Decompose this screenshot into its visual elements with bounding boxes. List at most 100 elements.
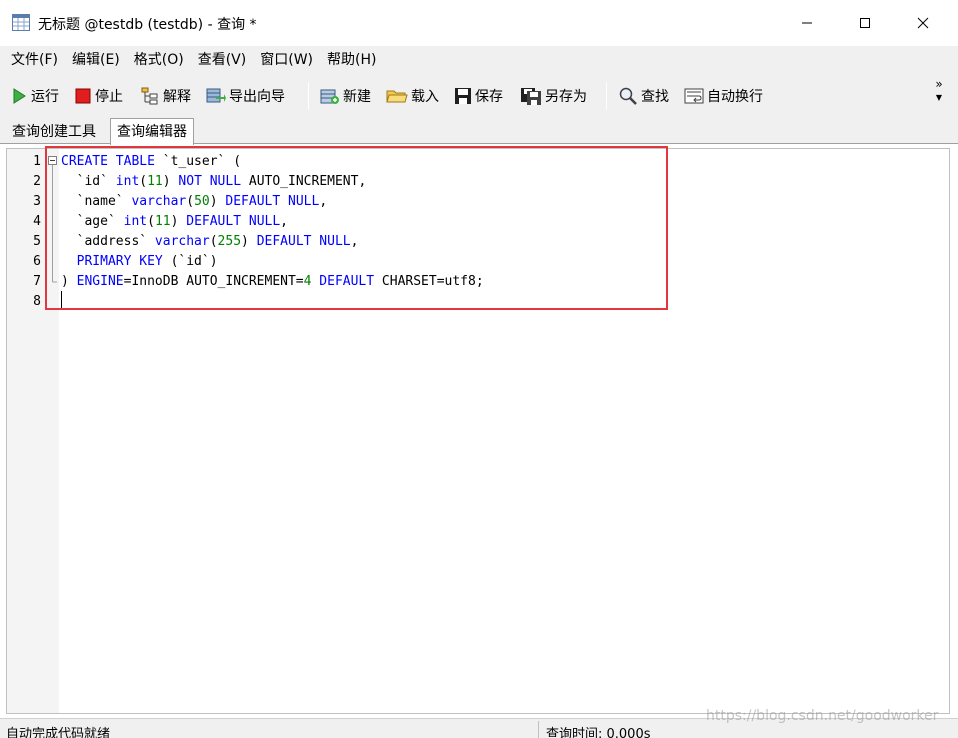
new-label: 新建 (343, 89, 371, 105)
sql-text: ( (139, 174, 148, 189)
sql-keyword: NOT NULL (178, 174, 242, 189)
sql-number: 11 (154, 214, 171, 229)
query-window-icon (12, 14, 30, 31)
sql-editor[interactable]: 1 2 3 4 5 6 7 8 CREATE TABLE `t_user` ( … (6, 148, 950, 714)
sql-number: 255 (217, 234, 242, 249)
save-button[interactable]: 保存 (454, 84, 503, 108)
sql-text: ) (162, 174, 179, 189)
word-wrap-icon (684, 88, 704, 104)
sql-text: ( (186, 194, 195, 209)
code-line[interactable]: `id` int(11) NOT NULL AUTO_INCREMENT, (61, 172, 367, 192)
query-time: 查询时间: 0.000s (546, 727, 651, 738)
sql-text: `id` (61, 174, 116, 189)
word-wrap-label: 自动换行 (707, 89, 763, 105)
sql-text: `age` (61, 214, 124, 229)
sql-text: CHARSET=utf8; (374, 274, 484, 289)
new-button[interactable]: 新建 (320, 84, 371, 108)
tab-query-editor[interactable]: 查询编辑器 (110, 118, 194, 145)
sql-keyword: CREATE TABLE (61, 154, 155, 169)
save-label: 保存 (475, 89, 503, 105)
line-number: 8 (33, 294, 41, 309)
status-separator (538, 721, 539, 738)
sql-keyword: DEFAULT NULL (256, 234, 351, 249)
sql-text: ) (209, 194, 226, 209)
explain-tree-icon (141, 87, 158, 105)
menu-view[interactable]: 查看(V) (191, 46, 254, 74)
code-line[interactable]: CREATE TABLE `t_user` ( (61, 152, 241, 172)
close-icon (917, 17, 929, 29)
sql-text: ( (147, 214, 155, 229)
line-number: 4 (33, 214, 41, 229)
export-wizard-label: 导出向导 (229, 89, 285, 105)
export-wizard-button[interactable]: 导出向导 (206, 84, 285, 108)
sql-text: ( (209, 234, 218, 249)
sql-text: ) (170, 214, 187, 229)
stop-button[interactable]: 停止 (74, 84, 123, 108)
find-button[interactable]: 查找 (618, 84, 669, 108)
code-line[interactable]: PRIMARY KEY (`id`) (61, 252, 218, 272)
code-line[interactable]: ) ENGINE=InnoDB AUTO_INCREMENT=4 DEFAULT… (61, 272, 484, 292)
sql-keyword: varchar (131, 194, 187, 209)
sql-text: =InnoDB AUTO_INCREMENT= (123, 274, 304, 289)
menu-format[interactable]: 格式(O) (127, 46, 191, 74)
text-caret (61, 291, 62, 309)
sql-text: , (280, 214, 288, 229)
sql-number: 11 (147, 174, 163, 189)
save-as-label: 另存为 (545, 89, 587, 105)
sql-text: , (350, 234, 359, 249)
status-message: 自动完成代码就绪 (6, 727, 111, 738)
new-query-icon (320, 89, 339, 104)
word-wrap-button[interactable]: 自动换行 (684, 84, 763, 108)
sql-text: ) (241, 234, 257, 249)
export-icon (206, 88, 226, 103)
collapse-fold-icon[interactable] (48, 156, 57, 286)
menu-help[interactable]: 帮助(H) (320, 46, 383, 74)
watermark: https://blog.csdn.net/goodworker (706, 708, 939, 724)
toolbar-separator (606, 82, 607, 110)
code-line[interactable]: `address` varchar(255) DEFAULT NULL, (61, 232, 359, 252)
menu-bar: 文件(F) 编辑(E) 格式(O) 查看(V) 窗口(W) 帮助(H) (0, 46, 958, 74)
sql-text: `name` (61, 194, 132, 209)
code-line[interactable]: `name` varchar(50) DEFAULT NULL, (61, 192, 328, 212)
menu-window[interactable]: 窗口(W) (253, 46, 320, 74)
sql-text: (`id`) (162, 254, 218, 269)
line-number: 7 (33, 274, 41, 289)
close-button[interactable] (894, 0, 952, 46)
load-label: 载入 (411, 89, 439, 105)
folder-icon (386, 90, 408, 103)
sql-keyword: DEFAULT NULL (225, 194, 320, 209)
sql-keyword: int (123, 214, 148, 229)
minimize-button[interactable] (778, 0, 836, 46)
sql-text: `address` (61, 234, 155, 249)
magnifier-icon (619, 87, 637, 105)
menu-edit[interactable]: 编辑(E) (65, 46, 127, 74)
line-number: 1 (33, 154, 41, 169)
dropdown-arrow-icon: ▼ (935, 93, 943, 102)
minimize-icon (802, 22, 812, 24)
run-button[interactable]: 运行 (10, 84, 59, 108)
sql-text: AUTO_INCREMENT, (241, 174, 367, 189)
menu-file[interactable]: 文件(F) (4, 46, 65, 74)
line-number-gutter: 1 2 3 4 5 6 7 8 (7, 149, 59, 713)
line-number: 5 (33, 234, 41, 249)
find-label: 查找 (641, 89, 669, 105)
toolbar-overflow-button[interactable]: » ▼ (932, 78, 946, 104)
tab-query-builder[interactable]: 查询创建工具 (6, 120, 102, 144)
sql-keyword: varchar (154, 234, 210, 249)
sql-keyword: DEFAULT NULL (186, 214, 281, 229)
explain-button[interactable]: 解释 (140, 84, 191, 108)
maximize-button[interactable] (836, 0, 894, 46)
run-label: 运行 (31, 89, 59, 105)
save-as-button[interactable]: 另存为 (520, 84, 587, 108)
load-button[interactable]: 载入 (386, 84, 439, 108)
sql-text: , (319, 194, 328, 209)
toolbar: 运行 停止 解释 导出向导 新建 载入 保存 另存为 查找 自动换行 » ▼ (0, 74, 958, 118)
code-line[interactable]: `age` int(11) DEFAULT NULL, (61, 212, 288, 232)
explain-label: 解释 (163, 89, 191, 105)
play-icon (13, 88, 26, 104)
floppy-disk-icon (455, 88, 471, 104)
sql-keyword: int (115, 174, 140, 189)
save-as-icon (521, 88, 541, 105)
line-number: 3 (33, 194, 41, 209)
